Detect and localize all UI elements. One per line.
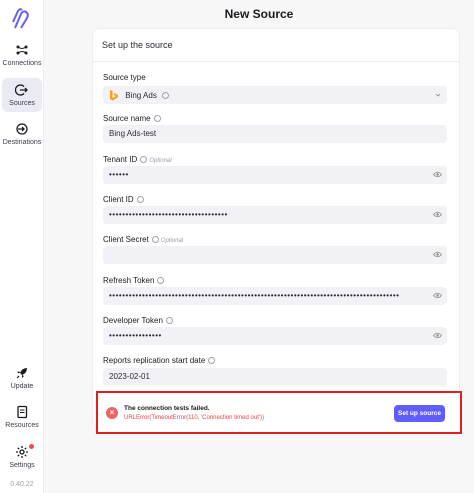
info-icon (165, 317, 173, 325)
info-icon (151, 236, 159, 244)
refresh-token-input[interactable]: ••••••••••••••••••••••••••••••••••••••••… (103, 287, 447, 305)
info-icon (162, 92, 170, 99)
developer-token-input[interactable]: •••••••••••••••• (103, 327, 447, 345)
sidebar-item-connections[interactable]: Connections (0, 43, 44, 67)
sidebar-item-label: Destinations (2, 139, 42, 146)
sidebar-item-settings[interactable]: Settings (0, 444, 44, 469)
refresh-token-label: Refresh Token (103, 276, 165, 285)
error-x-icon: × (106, 407, 118, 419)
sidebar-item-resources[interactable]: Resources (0, 405, 44, 429)
eye-icon[interactable] (433, 292, 442, 299)
client-id-input[interactable]: •••••••••••••••••••••••••••••••••••• (103, 206, 447, 224)
page-title: New Source (224, 7, 294, 21)
tenant-id-input[interactable]: •••••• (103, 166, 447, 184)
sidebar: Connections Sources Destinations Update … (0, 0, 44, 493)
gear-icon (16, 446, 28, 458)
sidebar-item-label: Connections (2, 60, 42, 67)
source-name-label: Source name (103, 114, 161, 123)
error-detail: URLError(TimeoutError(110, 'Connection t… (124, 415, 265, 421)
info-icon (136, 196, 144, 204)
destinations-icon (16, 123, 28, 135)
sidebar-item-label: Resources (5, 422, 39, 429)
chevron-down-icon (435, 93, 441, 97)
bing-logo-icon (110, 90, 118, 101)
eye-icon[interactable] (433, 251, 442, 258)
eye-icon[interactable] (433, 211, 442, 218)
reports-start-date-label: Reports replication start date (103, 356, 216, 365)
connections-icon (16, 45, 28, 55)
sidebar-item-label: Update (10, 383, 34, 390)
client-secret-input[interactable] (103, 246, 447, 264)
airbyte-logo-icon[interactable] (10, 8, 30, 30)
rocket-icon (16, 368, 27, 379)
source-type-select[interactable]: Bing Ads (103, 86, 447, 104)
error-title: The connection tests failed. (124, 405, 210, 412)
book-icon (17, 405, 28, 419)
notification-dot (29, 444, 34, 449)
developer-token-label: Developer Token (103, 316, 173, 325)
set-up-source-button[interactable]: Set up source (394, 405, 445, 422)
sources-icon (15, 84, 28, 96)
connection-error-banner: × The connection tests failed. URLError(… (96, 391, 462, 434)
source-type-label: Source type (103, 73, 146, 82)
source-name-input[interactable]: Bing Ads-test (103, 125, 447, 143)
sidebar-item-sources[interactable]: Sources (2, 78, 42, 112)
info-icon (153, 115, 161, 123)
sidebar-item-label: Settings (9, 462, 35, 469)
sidebar-item-update[interactable]: Update (0, 366, 44, 390)
sidebar-item-label: Sources (9, 100, 35, 107)
client-id-label: Client ID (103, 195, 144, 204)
version-label: 0.40.22 (10, 481, 34, 488)
eye-icon[interactable] (433, 171, 442, 178)
info-icon (140, 156, 148, 164)
sidebar-item-destinations[interactable]: Destinations (0, 122, 44, 146)
eye-icon[interactable] (433, 332, 442, 339)
reports-start-date-input[interactable]: 2023-02-01 (103, 368, 447, 386)
client-secret-label: Client Secret Optional (103, 235, 184, 244)
tenant-id-label: Tenant ID Optional (103, 155, 172, 164)
info-icon (157, 277, 165, 285)
card-header: Set up the source (93, 29, 459, 62)
info-icon (208, 357, 216, 365)
